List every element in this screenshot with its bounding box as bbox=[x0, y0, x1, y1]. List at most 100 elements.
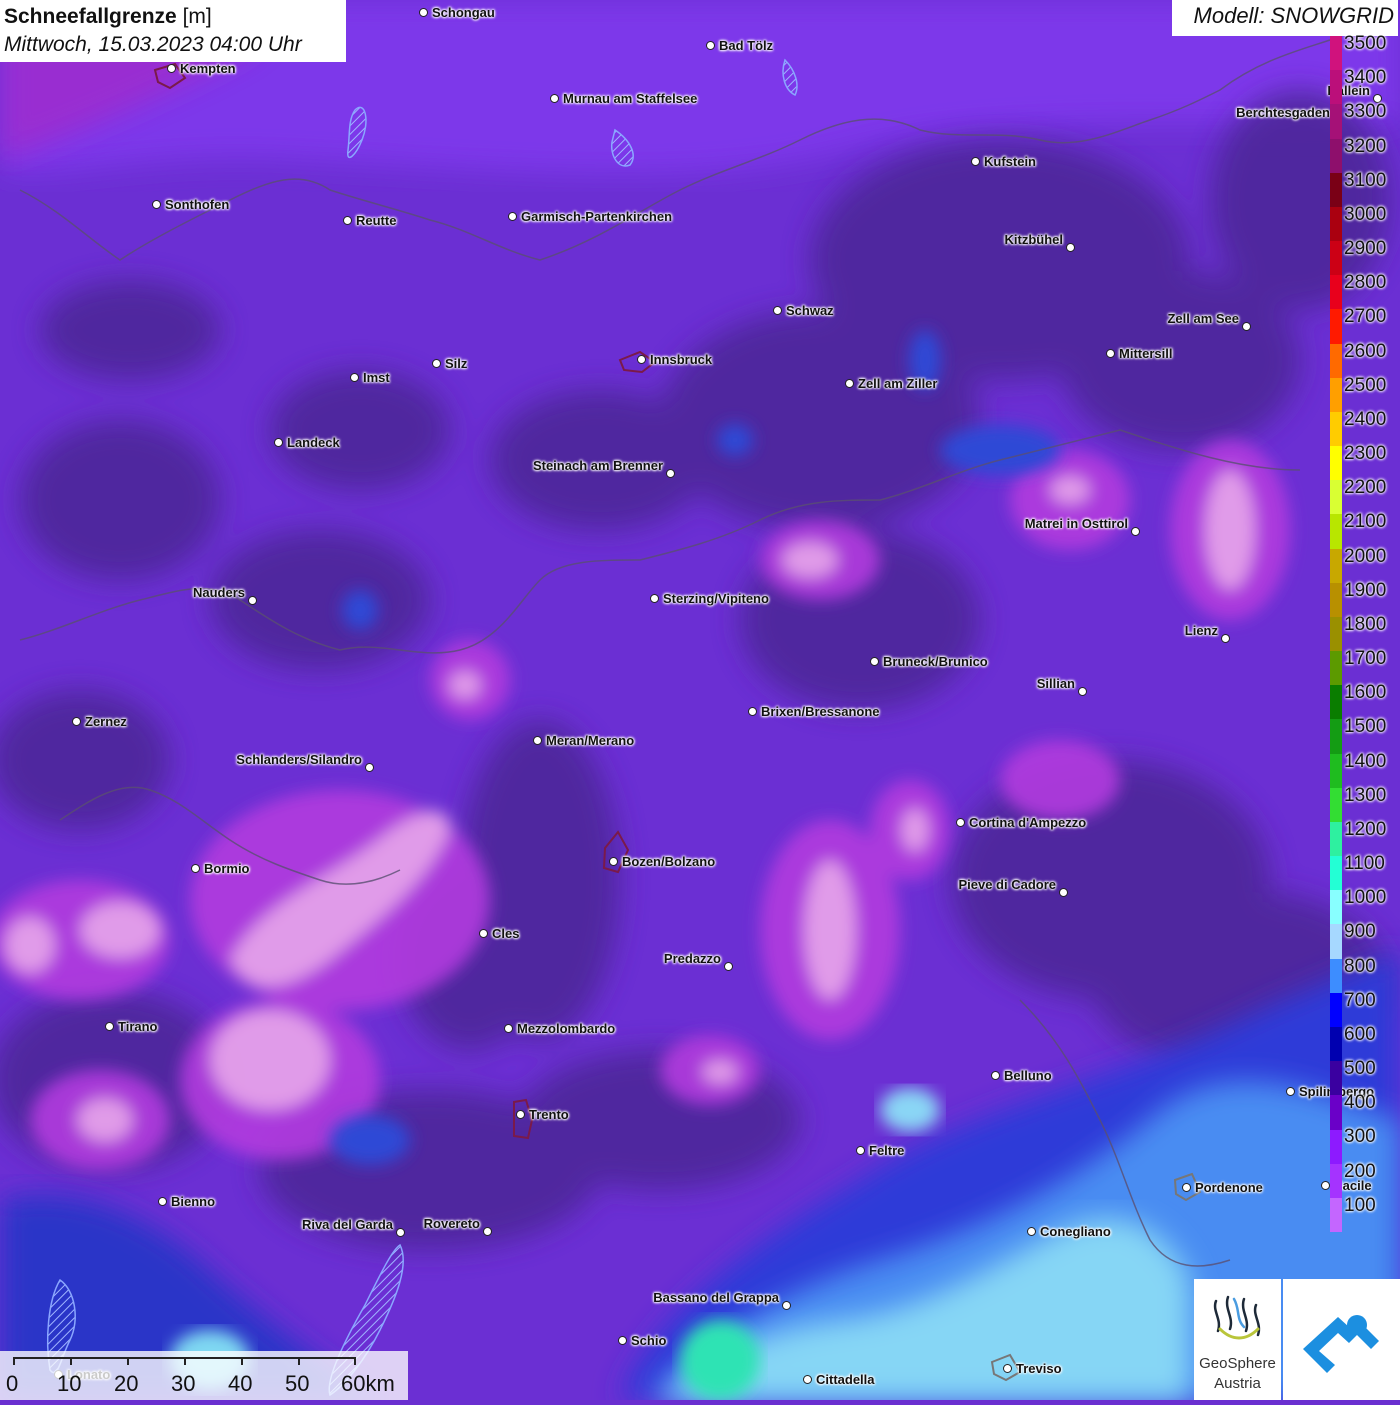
city-label: Tirano bbox=[118, 1019, 158, 1034]
legend-swatch bbox=[1330, 753, 1342, 788]
city-dot bbox=[773, 306, 782, 315]
legend-swatch bbox=[1330, 1163, 1342, 1198]
city-label: Murnau am Staffelsee bbox=[563, 91, 698, 106]
city-label: Sonthofen bbox=[165, 197, 230, 212]
city-dot bbox=[870, 657, 879, 666]
legend-label: 1700 bbox=[1344, 648, 1387, 670]
city-dot bbox=[803, 1375, 812, 1384]
legend-label: 2700 bbox=[1344, 306, 1387, 328]
city-dot bbox=[516, 1110, 525, 1119]
legend-swatch bbox=[1330, 1129, 1342, 1164]
scale-bar-label: 40 bbox=[228, 1371, 253, 1396]
logo-text-line2: Austria bbox=[1214, 1375, 1261, 1392]
legend-swatch bbox=[1330, 616, 1342, 652]
city-label: Mezzolombardo bbox=[517, 1021, 616, 1036]
city-label: Meran/Merano bbox=[546, 733, 635, 748]
city-dot bbox=[191, 864, 200, 873]
legend-label: 2300 bbox=[1344, 443, 1387, 465]
scale-bar: 0 10 20 30 40 50 60km bbox=[0, 1351, 408, 1400]
city-dot bbox=[666, 469, 675, 478]
legend-swatch bbox=[1330, 411, 1342, 447]
legend-label: 900 bbox=[1344, 921, 1376, 943]
legend-swatch bbox=[1330, 36, 1342, 71]
legend-label: 2900 bbox=[1344, 238, 1387, 260]
legend-label: 1900 bbox=[1344, 579, 1387, 601]
city-label: Feltre bbox=[869, 1143, 905, 1158]
legend-swatch bbox=[1330, 582, 1342, 617]
legend-label: 2000 bbox=[1344, 545, 1387, 567]
legend-swatch bbox=[1330, 138, 1342, 173]
legend-label: 3500 bbox=[1344, 33, 1387, 54]
city-label: Kempten bbox=[180, 61, 236, 76]
legend-label: 1100 bbox=[1344, 853, 1385, 875]
city-label: Bruneck/Brunico bbox=[883, 654, 988, 669]
city-dot bbox=[72, 717, 81, 726]
legend-label: 600 bbox=[1344, 1023, 1376, 1045]
city-label: Sillian bbox=[1036, 676, 1075, 691]
legend-label: 2800 bbox=[1344, 272, 1387, 294]
legend-label: 3300 bbox=[1344, 101, 1387, 123]
city-dot bbox=[432, 359, 441, 368]
city-label: Pieve di Cadore bbox=[958, 877, 1056, 892]
city-label: Bozen/Bolzano bbox=[622, 854, 716, 869]
logo-text-line1: GeoSphere bbox=[1199, 1355, 1276, 1372]
city-label: Schlanders/Silandro bbox=[236, 752, 362, 767]
legend-swatch bbox=[1330, 104, 1342, 139]
parameter-name: Schneefallgrenze bbox=[4, 5, 177, 28]
legend-swatch bbox=[1330, 309, 1342, 344]
city-label: Imst bbox=[363, 370, 390, 385]
legend-label: 1000 bbox=[1344, 887, 1387, 909]
legend-swatch bbox=[1330, 719, 1342, 754]
city-label: Schwaz bbox=[786, 303, 834, 318]
legend-label: 1800 bbox=[1344, 613, 1387, 635]
legend-swatch bbox=[1330, 480, 1342, 515]
legend-label: 700 bbox=[1344, 989, 1376, 1011]
city-dot bbox=[782, 1301, 791, 1310]
mountain-app-icon bbox=[1303, 1315, 1379, 1373]
city-label: Belluno bbox=[1004, 1068, 1052, 1083]
city-label: Cittadella bbox=[816, 1372, 875, 1387]
model-label: Modell: SNOWGRID bbox=[1172, 0, 1398, 36]
city-dot bbox=[396, 1228, 405, 1237]
title-box: Schneefallgrenze [m] Mittwoch, 15.03.202… bbox=[0, 0, 346, 62]
scale-bar-label: 10 bbox=[57, 1371, 82, 1396]
city-dot bbox=[1003, 1364, 1012, 1373]
legend-label: 3000 bbox=[1344, 203, 1387, 225]
color-legend: 3500 3400 3300 3200 3100 3000 2900 2800 2700 2600… bbox=[1330, 33, 1400, 1233]
city-dot bbox=[706, 41, 715, 50]
city-dot bbox=[479, 929, 488, 938]
city-dot bbox=[504, 1024, 513, 1033]
legend-label: 2200 bbox=[1344, 477, 1387, 499]
scale-bar-tick bbox=[354, 1357, 356, 1365]
city-label: Schio bbox=[631, 1333, 667, 1348]
legend-swatch bbox=[1330, 446, 1342, 481]
scale-bar-label: 0 bbox=[6, 1371, 19, 1396]
city-dot bbox=[419, 8, 428, 17]
legend-label: 2100 bbox=[1344, 511, 1387, 533]
city-dot bbox=[350, 373, 359, 382]
city-label: Brixen/Bressanone bbox=[761, 704, 880, 719]
city-label: Bad Tölz bbox=[719, 38, 774, 53]
city-label: Zell am Ziller bbox=[858, 376, 938, 391]
city-label: Predazzo bbox=[663, 951, 721, 966]
scale-bar-tick bbox=[241, 1357, 243, 1365]
scale-bar-label: 20 bbox=[114, 1371, 139, 1396]
city-dot bbox=[158, 1197, 167, 1206]
scale-bar-label: 30 bbox=[171, 1371, 196, 1396]
scale-bar-tick bbox=[127, 1357, 129, 1365]
city-dot bbox=[1106, 349, 1115, 358]
legend-swatch bbox=[1330, 514, 1342, 549]
city-label: Sterzing/Vipiteno bbox=[663, 591, 769, 606]
legend-swatch bbox=[1330, 1197, 1342, 1233]
city-dot bbox=[105, 1022, 114, 1031]
scale-bar-tick bbox=[13, 1357, 15, 1365]
legend-label: 1500 bbox=[1344, 716, 1387, 738]
city-label: Bienno bbox=[171, 1194, 216, 1209]
city-label: Zell am See bbox=[1167, 311, 1239, 326]
legend-swatch bbox=[1330, 1026, 1342, 1062]
legend-swatch bbox=[1330, 1061, 1342, 1096]
city-dot bbox=[618, 1336, 627, 1345]
city-dot bbox=[1027, 1227, 1036, 1236]
legend-label: 2500 bbox=[1344, 374, 1387, 396]
legend-label: 800 bbox=[1344, 955, 1376, 977]
